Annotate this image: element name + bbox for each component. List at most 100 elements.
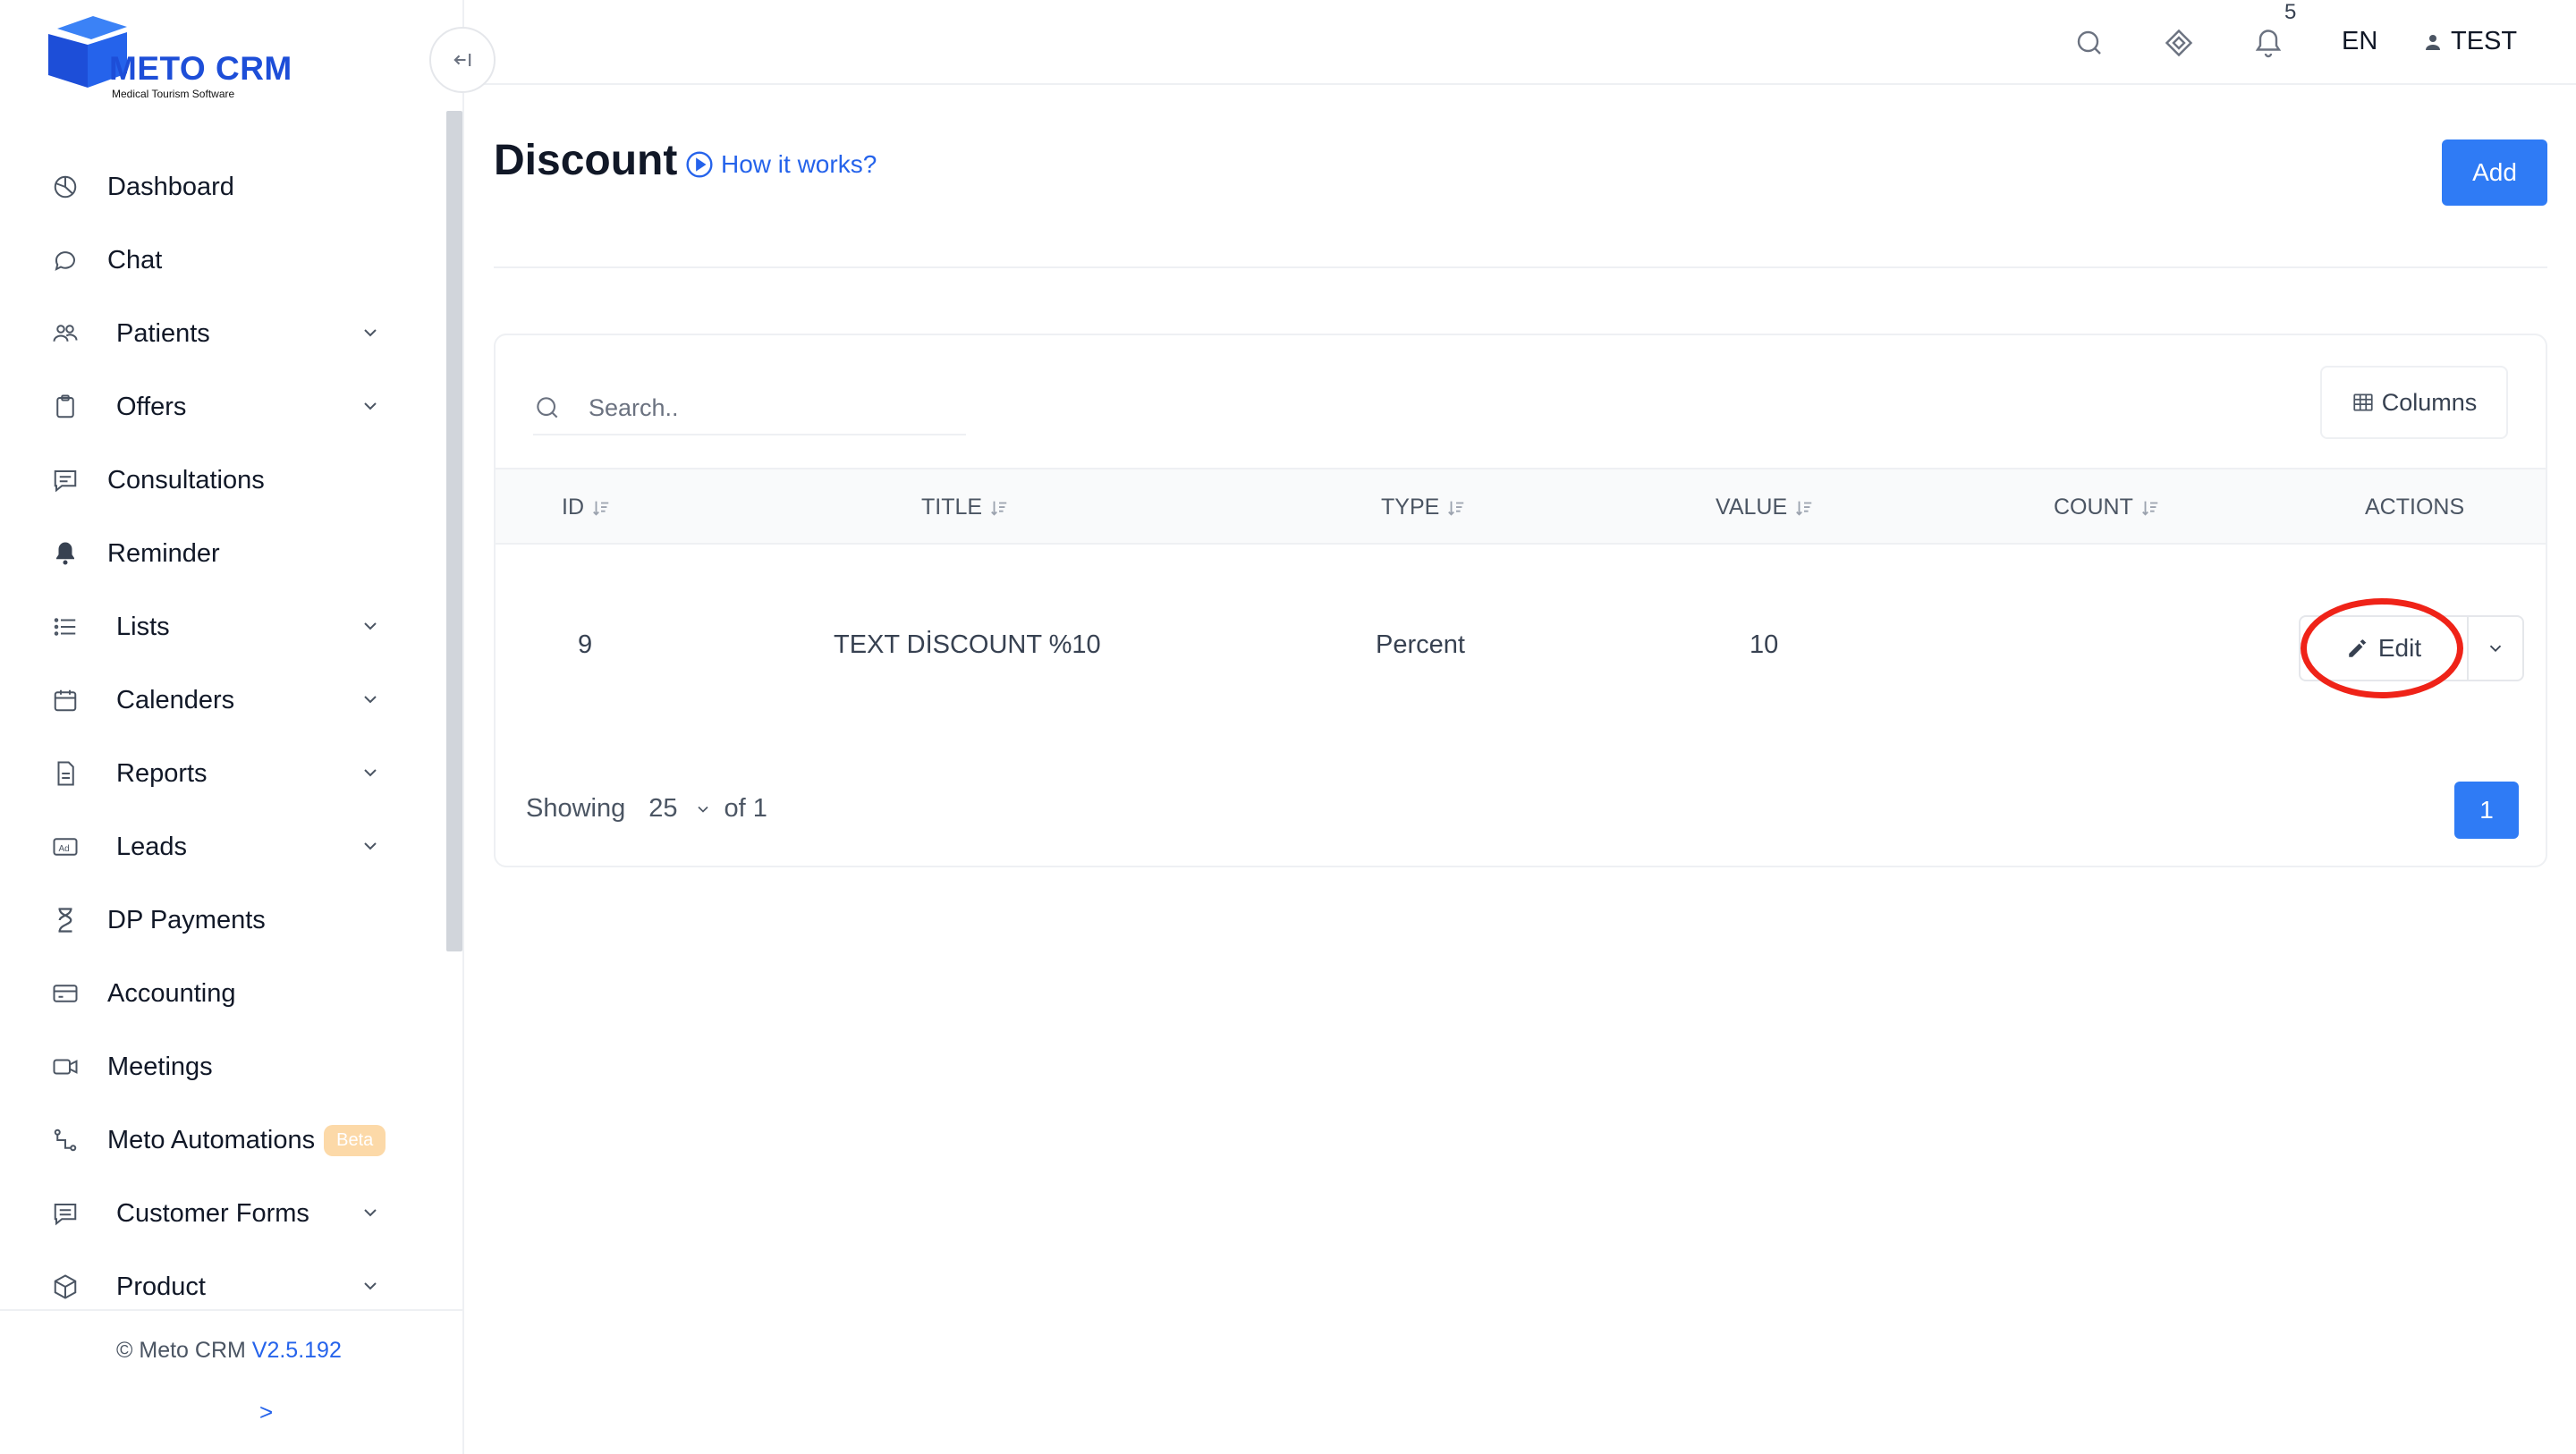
version-link[interactable]: V2.5.192	[252, 1338, 342, 1363]
sidebar-footer: © Meto CRM V2.5.192 >	[0, 1309, 462, 1454]
page-title: Discount	[494, 137, 678, 184]
how-it-works-label: How it works?	[721, 150, 877, 178]
cell-id: 9	[578, 630, 593, 659]
sidebar-item-label: DP Payments	[107, 905, 266, 934]
credit-card-icon	[50, 978, 80, 1009]
column-header-count[interactable]: COUNT	[2054, 495, 2160, 520]
brand-logo[interactable]: METO CRM Medical Tourism Software	[48, 13, 317, 102]
sidebar-item-label: Lists	[116, 612, 170, 641]
collapse-sidebar-button[interactable]	[429, 27, 496, 93]
row-actions-dropdown-button[interactable]	[2467, 615, 2524, 681]
column-header-id[interactable]: ID	[562, 495, 611, 520]
chevron-down-icon	[364, 402, 377, 410]
how-it-works-link[interactable]: How it works?	[685, 150, 877, 179]
sidebar-item-label: Chat	[107, 245, 163, 275]
expand-sidebar-link[interactable]: >	[259, 1399, 273, 1426]
sidebar-nav: Dashboard Chat Patients Offers Consultat…	[0, 150, 446, 1323]
column-header-label: TYPE	[1381, 495, 1440, 520]
search-input[interactable]	[589, 393, 946, 422]
showing-label: Showing	[526, 794, 626, 823]
bell-icon[interactable]	[2252, 27, 2284, 59]
video-camera-icon	[50, 1052, 80, 1082]
column-header-type[interactable]: TYPE	[1381, 495, 1466, 520]
sidebar-item-label: Dashboard	[107, 172, 234, 201]
chevron-down-icon	[364, 769, 377, 777]
table-grid-icon	[2353, 393, 2373, 411]
user-icon	[2426, 34, 2440, 50]
sort-icon	[1448, 501, 1464, 516]
sidebar: METO CRM Medical Tourism Software Dashbo…	[0, 0, 464, 1454]
sidebar-item-accounting[interactable]: Accounting	[0, 957, 446, 1030]
automation-icon	[50, 1125, 80, 1155]
page-total-label: of 1	[724, 794, 767, 823]
add-button[interactable]: Add	[2442, 139, 2547, 206]
chevron-down-icon	[364, 622, 377, 630]
sidebar-item-meto-automations[interactable]: Meto Automations Beta	[0, 1103, 446, 1177]
sidebar-item-leads[interactable]: Ad Leads	[0, 810, 446, 883]
sidebar-item-dashboard[interactable]: Dashboard	[0, 150, 446, 224]
form-icon	[50, 1198, 80, 1229]
sidebar-item-label: Reminder	[107, 538, 220, 568]
sidebar-item-calenders[interactable]: Calenders	[0, 664, 446, 737]
column-header-value[interactable]: VALUE	[1716, 495, 1814, 520]
chevron-down-icon	[364, 1209, 377, 1217]
column-header-label: VALUE	[1716, 495, 1788, 520]
sidebar-item-dp-payments[interactable]: DP Payments	[0, 883, 446, 957]
pagination-summary: Showing 25 of 1	[526, 794, 767, 824]
sidebar-item-chat[interactable]: Chat	[0, 224, 446, 297]
copyright-text: © Meto CRM V2.5.192	[116, 1338, 342, 1364]
sidebar-item-lists[interactable]: Lists	[0, 590, 446, 664]
sidebar-item-reminder[interactable]: Reminder	[0, 517, 446, 590]
page-size-select[interactable]: 25	[648, 794, 711, 824]
sidebar-item-consultations[interactable]: Consultations	[0, 444, 446, 517]
chat-bubble-icon	[50, 245, 80, 275]
hourglass-icon	[50, 905, 80, 935]
sidebar-item-label: Calenders	[116, 685, 235, 714]
notification-count: 5	[2284, 0, 2297, 24]
beta-badge: Beta	[324, 1124, 386, 1156]
language-selector[interactable]: EN	[2342, 27, 2377, 56]
search-icon	[537, 397, 558, 418]
sidebar-item-label: Patients	[116, 318, 210, 348]
svg-text:Ad: Ad	[59, 844, 70, 854]
chevron-down-icon	[364, 329, 377, 337]
search-box	[533, 382, 966, 435]
sidebar-item-reports[interactable]: Reports	[0, 737, 446, 810]
column-header-label: ID	[562, 495, 584, 520]
sidebar-item-meetings[interactable]: Meetings	[0, 1030, 446, 1103]
sidebar-item-label: Customer Forms	[116, 1198, 309, 1228]
page-size-value: 25	[648, 794, 678, 823]
sidebar-item-offers[interactable]: Offers	[0, 370, 446, 444]
arrow-left-bar-icon	[453, 54, 471, 66]
ad-icon: Ad	[50, 832, 80, 862]
message-square-icon	[50, 465, 80, 495]
search-icon[interactable]	[2073, 27, 2106, 59]
chevron-down-icon	[364, 1282, 377, 1290]
brand-name: METO CRM	[109, 50, 292, 87]
column-header-title[interactable]: TITLE	[921, 495, 1009, 520]
clipboard-icon	[50, 392, 80, 422]
header-divider	[494, 266, 2547, 268]
diamond-icon[interactable]	[2163, 27, 2195, 59]
sidebar-item-label: Consultations	[107, 465, 265, 495]
sidebar-item-patients[interactable]: Patients	[0, 297, 446, 370]
chevron-down-icon	[697, 806, 708, 813]
calendar-icon	[50, 685, 80, 715]
user-menu[interactable]: TEST	[2422, 27, 2517, 56]
play-circle-icon	[686, 151, 713, 178]
edit-button[interactable]: Edit	[2299, 615, 2467, 681]
sidebar-item-label: Product	[116, 1272, 206, 1301]
sidebar-scrollbar[interactable]	[446, 111, 462, 951]
sidebar-item-label: Accounting	[107, 978, 236, 1008]
columns-label: Columns	[2381, 388, 2478, 416]
sort-icon	[2141, 501, 2158, 516]
sidebar-item-customer-forms[interactable]: Customer Forms	[0, 1177, 446, 1250]
sidebar-item-label: Leads	[116, 832, 188, 861]
bell-filled-icon	[50, 538, 80, 569]
page-button-current[interactable]: 1	[2454, 782, 2519, 839]
columns-button[interactable]: Columns	[2320, 366, 2508, 439]
user-name: TEST	[2451, 27, 2518, 55]
sidebar-item-label: Meto Automations	[107, 1125, 316, 1154]
column-header-actions: ACTIONS	[2365, 495, 2464, 520]
brand-tagline: Medical Tourism Software	[112, 88, 235, 100]
